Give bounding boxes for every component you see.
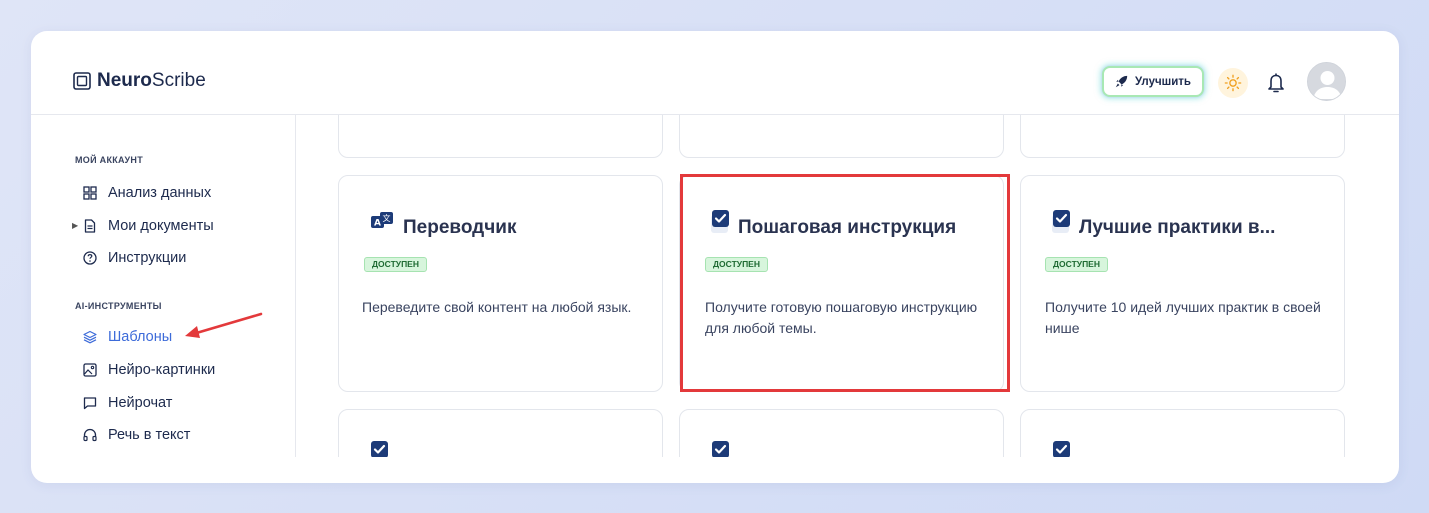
templates-grid: A 文 Переводчик ДОСТУПЕН Переведите свой … [297,115,1374,457]
sidebar-item-label: Мои документы [108,218,214,234]
card-description: Переведите свой контент на любой язык. [362,299,632,315]
sun-icon [1224,74,1242,92]
logo-icon [73,72,91,90]
card-title: Лучшие практики в... [1079,217,1276,238]
upgrade-button[interactable]: Улучшить [1102,66,1204,97]
template-card-partial[interactable] [1020,115,1345,158]
section-title-account: МОЙ АККАУНТ [75,155,144,165]
user-avatar[interactable] [1307,62,1346,101]
bell-icon[interactable] [1266,72,1286,94]
upgrade-label: Улучшить [1134,75,1191,88]
svg-text:文: 文 [383,213,391,223]
app-window: Neuro Scribe Улучшить МОЙ АККАУНТ Анализ… [31,31,1399,483]
sidebar-item-label: Анализ данных [108,185,212,201]
sidebar-item-neurochat[interactable]: Нейрочат [83,393,172,413]
checkbox-icon [1052,210,1070,233]
sidebar-item-instructions[interactable]: Инструкции [83,248,186,268]
translate-icon: A 文 [371,212,393,229]
image-icon [83,363,97,377]
annotation-arrow [185,312,263,338]
template-card-partial[interactable] [338,409,663,457]
template-card-partial[interactable] [679,115,1004,158]
checkbox-icon [371,441,388,457]
chat-icon [83,397,97,410]
sidebar-item-neuro-images[interactable]: Нейро-картинки [83,360,215,380]
grid-icon [83,186,97,200]
template-card-partial[interactable] [1020,409,1345,457]
sidebar-item-label: Нейрочат [108,395,173,411]
expand-caret-icon[interactable]: ▶ [72,221,78,230]
sidebar-item-label: Речь в текст [108,427,191,443]
template-card-partial[interactable] [679,409,1004,457]
checkbox-icon [1053,441,1070,457]
document-icon [84,219,96,233]
sidebar-item-templates[interactable]: Шаблоны [83,327,172,347]
app-logo[interactable]: Neuro Scribe [73,70,206,92]
highlight-frame [680,174,1010,392]
template-card-best-practices[interactable]: Лучшие практики в... ДОСТУПЕН Получите 1… [1020,175,1345,392]
sidebar: МОЙ АККАУНТ Анализ данных ▶ Мои документ… [31,115,296,457]
rocket-icon [1115,75,1128,88]
sidebar-item-label: Нейро-картинки [108,362,216,378]
logo-text-bold: Neuro [97,70,152,91]
layers-icon [83,330,97,344]
status-badge: ДОСТУПЕН [1045,257,1108,272]
sidebar-item-data-analysis[interactable]: Анализ данных [83,183,211,203]
template-card-translator[interactable]: A 文 Переводчик ДОСТУПЕН Переведите свой … [338,175,663,392]
sidebar-item-label: Шаблоны [108,329,173,345]
logo-text-light: Scribe [151,70,206,91]
theme-toggle-button[interactable] [1218,68,1248,98]
sidebar-item-my-documents[interactable]: Мои документы [83,216,214,236]
card-title: Переводчик [403,217,517,238]
card-description: Получите 10 идей лучших практик в своей … [1045,299,1321,336]
headphones-icon [83,428,97,442]
sidebar-item-speech-to-text[interactable]: Речь в текст [83,425,190,445]
svg-text:A: A [374,219,381,229]
sidebar-item-label: Инструкции [108,250,187,266]
status-badge: ДОСТУПЕН [364,257,427,272]
section-title-ai-tools: AI-ИНСТРУМЕНТЫ [75,301,162,311]
help-circle-icon [83,251,97,265]
checkbox-icon [712,441,729,457]
top-bar: Neuro Scribe Улучшить [31,31,1399,115]
template-card-partial[interactable] [338,115,663,158]
